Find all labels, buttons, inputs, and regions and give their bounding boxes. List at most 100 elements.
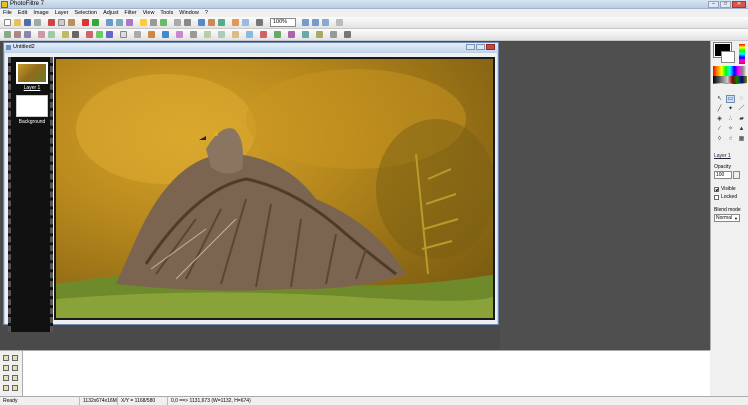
filter-red-icon[interactable] [86,31,93,38]
eyedropper-icon[interactable]: ╱ [715,105,724,113]
zoom-in-icon[interactable] [302,19,309,26]
layer-thumbnail[interactable] [16,62,48,84]
history-clear-icon[interactable] [12,355,18,361]
new-icon[interactable] [4,19,11,26]
filter-green-icon[interactable] [96,31,103,38]
print-icon[interactable] [34,19,41,26]
opacity-input[interactable]: 100 [714,171,732,179]
filter-mosaic-icon[interactable] [204,31,211,38]
menu-window[interactable]: Window [179,9,199,17]
filter-relief-icon[interactable] [48,31,55,38]
pointer-icon[interactable]: ↖ [715,95,724,103]
undo-icon[interactable] [82,19,89,26]
filter-contour-icon[interactable] [190,31,197,38]
history-icon[interactable] [3,355,9,361]
mask-icon[interactable] [232,19,239,26]
crop-icon[interactable] [126,19,133,26]
doc-minimize-button[interactable] [466,44,475,50]
maximize-button[interactable]: □ [720,1,731,8]
canvas-size-icon[interactable] [116,19,123,26]
filter-sharpen-icon[interactable] [14,31,21,38]
menu-tools[interactable]: Tools [160,9,173,17]
blend-mode-select[interactable]: Normal ▼ [714,214,740,222]
hue-strip[interactable] [739,44,745,64]
redo-icon[interactable] [92,19,99,26]
filter-puzzle-icon[interactable] [218,31,225,38]
wand-icon[interactable]: ✦ [726,105,735,113]
color-palette-dark[interactable] [713,76,747,83]
filter-texture-icon[interactable] [176,31,183,38]
rotate-icon[interactable] [184,19,191,26]
effects-icon[interactable] [218,19,225,26]
filter-blue-icon[interactable] [106,31,113,38]
open-icon[interactable] [14,19,21,26]
spray-icon[interactable]: ∴ [726,115,735,123]
history-back-icon[interactable] [3,365,9,371]
doc-close-button[interactable] [486,44,495,50]
background-thumbnail[interactable] [16,95,48,117]
filter-emboss-icon[interactable] [38,31,45,38]
gradient-fill-icon[interactable] [242,19,249,26]
filter-negative-icon[interactable] [120,31,127,38]
filter-oil-icon[interactable] [148,31,155,38]
clone-icon[interactable]: ✧ [726,125,735,133]
menu-help[interactable]: ? [205,9,208,17]
copy-icon[interactable] [58,19,65,26]
actual-size-icon[interactable] [322,19,329,26]
filter-sepia-icon[interactable] [62,31,69,38]
close-button[interactable]: ✕ [732,1,746,8]
menu-layer[interactable]: Layer [55,9,69,17]
filter-shadow-icon[interactable] [246,31,253,38]
zoom-select[interactable]: 100% [270,18,296,27]
menu-selection[interactable]: Selection [74,9,97,17]
filter-vignette-icon[interactable] [260,31,267,38]
minimize-button[interactable]: – [708,1,719,8]
brightness-icon[interactable] [140,19,147,26]
menu-file[interactable]: File [3,9,12,17]
filter-grayscale-icon[interactable] [72,31,79,38]
filter-edge-icon[interactable] [330,31,337,38]
filter-wave-icon[interactable] [162,31,169,38]
paste-icon[interactable] [68,19,75,26]
menu-view[interactable]: View [143,9,155,17]
saturation-icon[interactable] [160,19,167,26]
visible-checkbox[interactable] [714,187,719,192]
flip-icon[interactable] [174,19,181,26]
frame-icon[interactable] [208,19,215,26]
image-size-icon[interactable] [106,19,113,26]
history-snapshot-icon[interactable] [3,375,9,381]
lasso-icon[interactable]: ◌ [737,95,746,103]
menu-image[interactable]: Image [33,9,48,17]
save-icon[interactable] [24,19,31,26]
smudge-icon[interactable]: ☝ [726,135,735,143]
filter-more-icon[interactable] [344,31,351,38]
doc-maximize-button[interactable] [476,44,485,50]
select-rect-icon[interactable]: ▭ [726,95,735,103]
cut-icon[interactable] [48,19,55,26]
brush-icon[interactable]: ∕ [715,125,724,133]
opacity-spinner[interactable] [733,171,740,179]
filter-auto-icon[interactable] [4,31,11,38]
history-redo-icon[interactable] [12,385,18,391]
contrast-icon[interactable] [150,19,157,26]
background-label[interactable]: Background [14,119,50,125]
gradient-icon[interactable]: ▦ [737,135,746,143]
filter-paint-icon[interactable] [274,31,281,38]
bucket-icon[interactable]: ◈ [715,115,724,123]
filter-glass-icon[interactable] [288,31,295,38]
history-panel[interactable] [22,350,710,396]
filter-blur-icon[interactable] [24,31,31,38]
history-undo-icon[interactable] [3,385,9,391]
stamp-icon[interactable]: ▲ [737,125,746,133]
grid-icon[interactable] [336,19,343,26]
filter-frame-icon[interactable] [316,31,323,38]
drop-icon[interactable]: ◊ [715,135,724,143]
background-color-swatch[interactable] [721,51,735,63]
eraser-icon[interactable]: ▰ [737,115,746,123]
menu-adjust[interactable]: Adjust [103,9,118,17]
filter-light-icon[interactable] [232,31,239,38]
history-forward-icon[interactable] [12,365,18,371]
text-icon[interactable] [198,19,205,26]
filter-noise-icon[interactable] [134,31,141,38]
menu-edit[interactable]: Edit [18,9,27,17]
